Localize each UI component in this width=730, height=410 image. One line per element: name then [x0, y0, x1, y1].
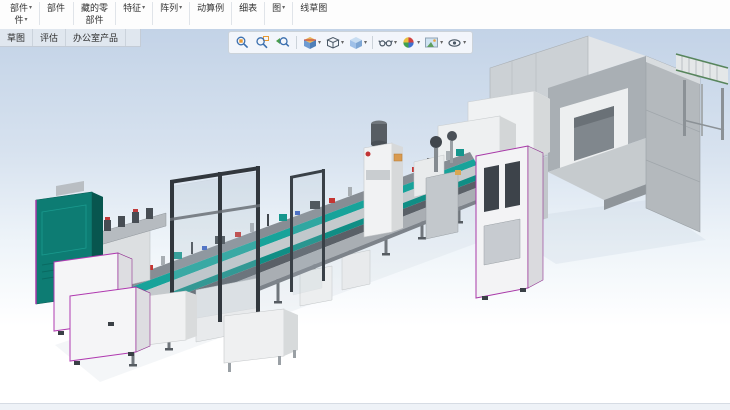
second-frame[interactable] [290, 169, 325, 295]
ribbon-separator [152, 2, 153, 25]
small-white-box[interactable] [146, 291, 197, 345]
hide-show-items-icon [378, 35, 393, 50]
ribbon-label: 藏的零 [81, 2, 108, 14]
hud-separator [372, 36, 373, 49]
table-box[interactable] [224, 309, 298, 372]
view-settings-icon [447, 35, 462, 50]
dropdown-caret-icon: ▾ [318, 40, 321, 46]
view-orientation-icon [325, 35, 340, 50]
heads-up-view-toolbar: ▾ ▾ ▾ ▾ ▾ ▾ ▾ [228, 31, 473, 54]
ribbon-item-assembly-features[interactable]: 特征▾ [117, 2, 151, 26]
ribbon-separator [73, 2, 74, 25]
ribbon-item-explode-line-sketch[interactable]: 线草图 [294, 2, 333, 26]
ribbon-separator [292, 2, 293, 25]
ribbon-separator [39, 2, 40, 25]
ribbon-separator [189, 2, 190, 25]
graphics-viewport[interactable] [0, 29, 730, 410]
ribbon-item-motion-study[interactable]: 动算例 [191, 2, 230, 26]
ribbon-label: 部件 [86, 14, 104, 26]
zoom-to-area-icon [255, 35, 270, 50]
ribbon-label: 特征 [123, 2, 141, 14]
zoom-to-fit-button[interactable] [234, 35, 252, 50]
zoom-to-area-button[interactable] [254, 35, 272, 50]
tab-label: 草图 [7, 31, 25, 44]
ribbon-separator [115, 2, 116, 25]
dropdown-caret-icon: ▾ [142, 5, 145, 11]
dropdown-caret-icon: ▾ [341, 40, 344, 46]
status-bar [0, 403, 730, 410]
ribbon-separator [264, 2, 265, 25]
assembly-model[interactable] [0, 29, 730, 410]
apply-scene-icon [424, 35, 439, 50]
dropdown-caret-icon: ▾ [440, 40, 443, 46]
dropdown-caret-icon: ▾ [179, 5, 182, 11]
tab-office-products[interactable]: 办公室产品 [66, 29, 126, 46]
ribbon-label: 件 [15, 14, 24, 26]
dropdown-caret-icon: ▾ [282, 5, 285, 11]
edit-appearance-button[interactable]: ▾ [400, 35, 421, 50]
view-settings-button[interactable]: ▾ [446, 35, 467, 50]
ribbon-label: 部件 [10, 2, 28, 14]
ribbon-item-insert-component[interactable]: 部件▾ 件▾ [4, 2, 38, 26]
ribbon-label: 部件 [47, 2, 65, 14]
tab-evaluate[interactable]: 评估 [33, 29, 66, 46]
zoom-to-fit-icon [235, 35, 250, 50]
ribbon-item-component-pattern[interactable]: 阵列▾ [154, 2, 188, 26]
display-style-button[interactable]: ▾ [347, 35, 368, 50]
dropdown-caret-icon: ▾ [417, 40, 420, 46]
solidworks-window: 部件▾ 件▾ 部件 藏的零 部件 特征▾ 阵列▾ 动算例 细表 [0, 0, 730, 410]
hide-show-items-button[interactable]: ▾ [377, 35, 398, 50]
ribbon-label: 阵列 [160, 2, 178, 14]
ribbon-item-show-hidden-components[interactable]: 藏的零 部件 [75, 2, 114, 26]
ribbon-label: 动算例 [197, 2, 224, 14]
dropdown-caret-icon: ▾ [25, 17, 28, 23]
section-view-button[interactable]: ▾ [301, 35, 322, 50]
ribbon-item-bill-of-materials[interactable]: 细表 [233, 2, 263, 26]
view-orientation-button[interactable]: ▾ [324, 35, 345, 50]
ribbon-item-exploded-view[interactable]: 图▾ [266, 2, 291, 26]
edit-appearance-icon [401, 35, 416, 50]
hud-separator [296, 36, 297, 49]
previous-view-button[interactable] [274, 35, 292, 50]
right-end-conveyor[interactable] [676, 54, 728, 140]
mid-column-station[interactable] [364, 121, 403, 238]
command-manager-ribbon: 部件▾ 件▾ 部件 藏的零 部件 特征▾ 阵列▾ 动算例 细表 [0, 0, 730, 32]
section-view-icon [302, 35, 317, 50]
tab-label: 评估 [40, 31, 58, 44]
ribbon-item-move-component[interactable]: 部件 [41, 2, 72, 26]
dropdown-caret-icon: ▾ [394, 40, 397, 46]
dropdown-caret-icon: ▾ [463, 40, 466, 46]
tab-label: 办公室产品 [73, 31, 118, 44]
ribbon-label: 细表 [239, 2, 257, 14]
dropdown-caret-icon: ▾ [29, 5, 32, 11]
ribbon-label: 图 [272, 2, 281, 14]
ribbon-label: 线草图 [300, 2, 327, 14]
purple-cabinet-right[interactable] [476, 146, 543, 300]
previous-view-icon [275, 35, 290, 50]
command-manager-tabs: 草图 评估 办公室产品 [0, 29, 141, 47]
tab-sketch[interactable]: 草图 [0, 29, 33, 46]
dropdown-caret-icon: ▾ [364, 40, 367, 46]
ribbon-separator [231, 2, 232, 25]
display-style-icon [348, 35, 363, 50]
apply-scene-button[interactable]: ▾ [423, 35, 444, 50]
